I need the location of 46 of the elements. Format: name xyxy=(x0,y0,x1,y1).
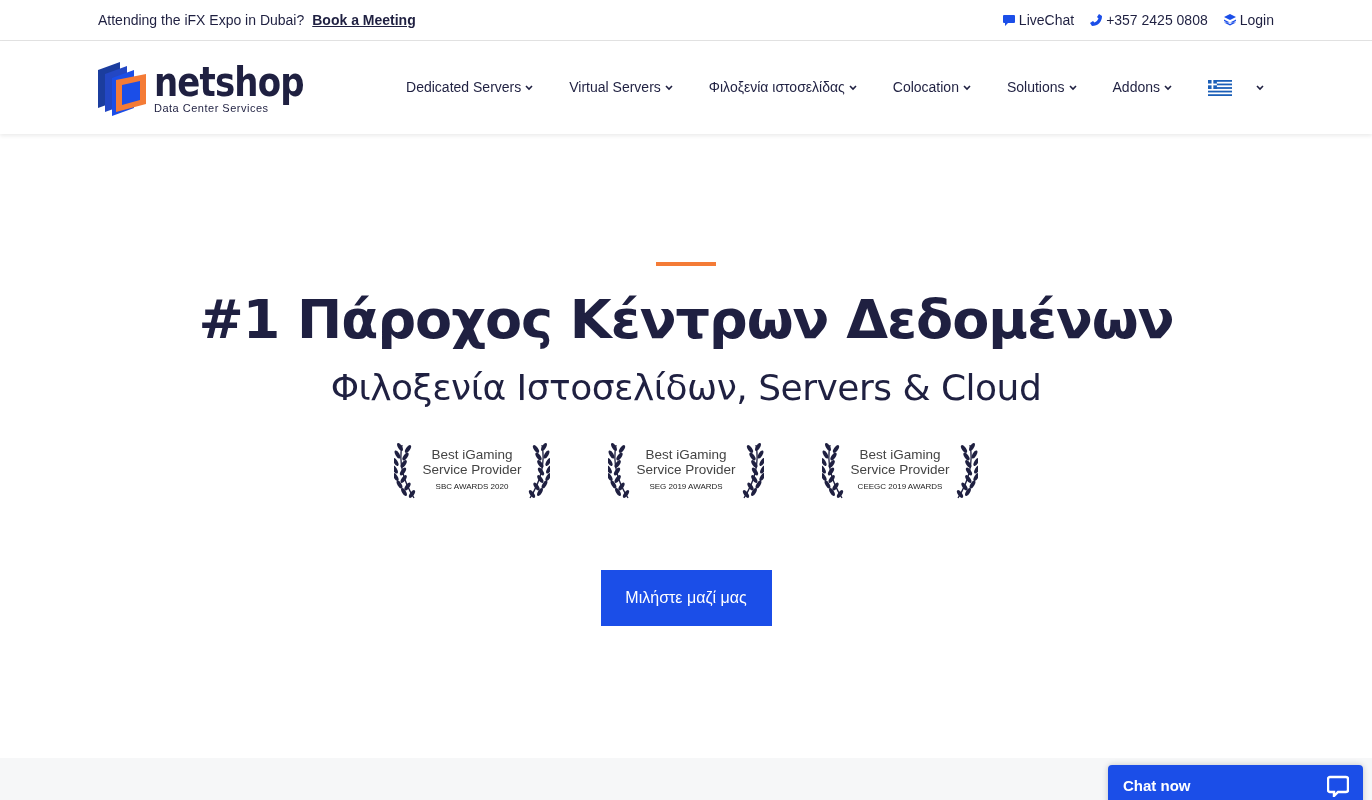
caret-icon xyxy=(848,84,857,91)
logo-tagline: Data Center Services xyxy=(154,102,269,114)
award-title: Service Provider xyxy=(636,462,736,478)
nav-menu-item[interactable]: Φιλοξενία ιστοσελίδας xyxy=(708,77,857,98)
award-title: Best iGaming xyxy=(858,446,942,463)
login-link[interactable]: Login xyxy=(1223,9,1274,31)
laurel-icon xyxy=(608,440,632,499)
laurel-icon xyxy=(526,440,550,499)
layers-icon xyxy=(1223,14,1236,26)
laurel-icon xyxy=(394,440,418,499)
chat-link[interactable]: LiveChat xyxy=(1002,9,1075,31)
chat-bubble-icon xyxy=(1327,775,1349,797)
award-title: Service Provider xyxy=(850,462,950,478)
caret-icon xyxy=(525,84,534,91)
phone-link[interactable]: +357 2425 0808 xyxy=(1090,9,1208,31)
chat-icon xyxy=(1002,14,1015,26)
caret-icon xyxy=(1256,84,1264,91)
caret-icon xyxy=(664,84,673,91)
award-title: Best iGaming xyxy=(644,446,728,463)
logo-icon xyxy=(98,59,146,116)
announcement-text: Attending the iFX Expo in Dubai? xyxy=(98,10,305,30)
phone-icon xyxy=(1090,14,1103,26)
laurel-icon xyxy=(954,440,978,499)
nav-menu-item[interactable]: Dedicated Servers xyxy=(406,77,534,98)
award-title: Service Provider xyxy=(422,462,522,478)
caret-icon xyxy=(1164,84,1172,91)
book-meeting-link[interactable]: Book a Meeting xyxy=(312,9,416,31)
laurel-icon xyxy=(822,440,846,499)
nav-menu-item[interactable]: Virtual Servers xyxy=(569,77,673,98)
contact-button[interactable]: Μιλήστε μαζί μας xyxy=(600,569,772,626)
laurel-icon xyxy=(740,440,764,499)
hero-subtitle: Φιλοξενία Ιστοσελίδων, Servers & Cloud xyxy=(329,365,1043,410)
award-source: CEEGC 2019 AWARDS xyxy=(856,480,944,493)
flag-icon xyxy=(1208,79,1232,96)
nav-menu-item[interactable]: Solutions xyxy=(1006,77,1077,98)
hero-title: #1 Πάροχος Κέντρων Δεδομένων xyxy=(197,288,1175,353)
award-title: Best iGaming xyxy=(430,446,514,463)
language-selector[interactable] xyxy=(1208,79,1264,96)
nav-menu-item[interactable]: Addons xyxy=(1112,77,1172,98)
award-source: SBC AWARDS 2020 xyxy=(434,480,510,493)
chat-now-label: Chat now xyxy=(1123,776,1191,796)
caret-icon xyxy=(962,84,971,91)
chat-widget[interactable]: Chat now xyxy=(1108,765,1363,800)
award-source: SEG 2019 AWARDS xyxy=(648,480,724,493)
caret-icon xyxy=(1068,84,1077,91)
nav-menu-item[interactable]: Colocation xyxy=(892,77,971,98)
